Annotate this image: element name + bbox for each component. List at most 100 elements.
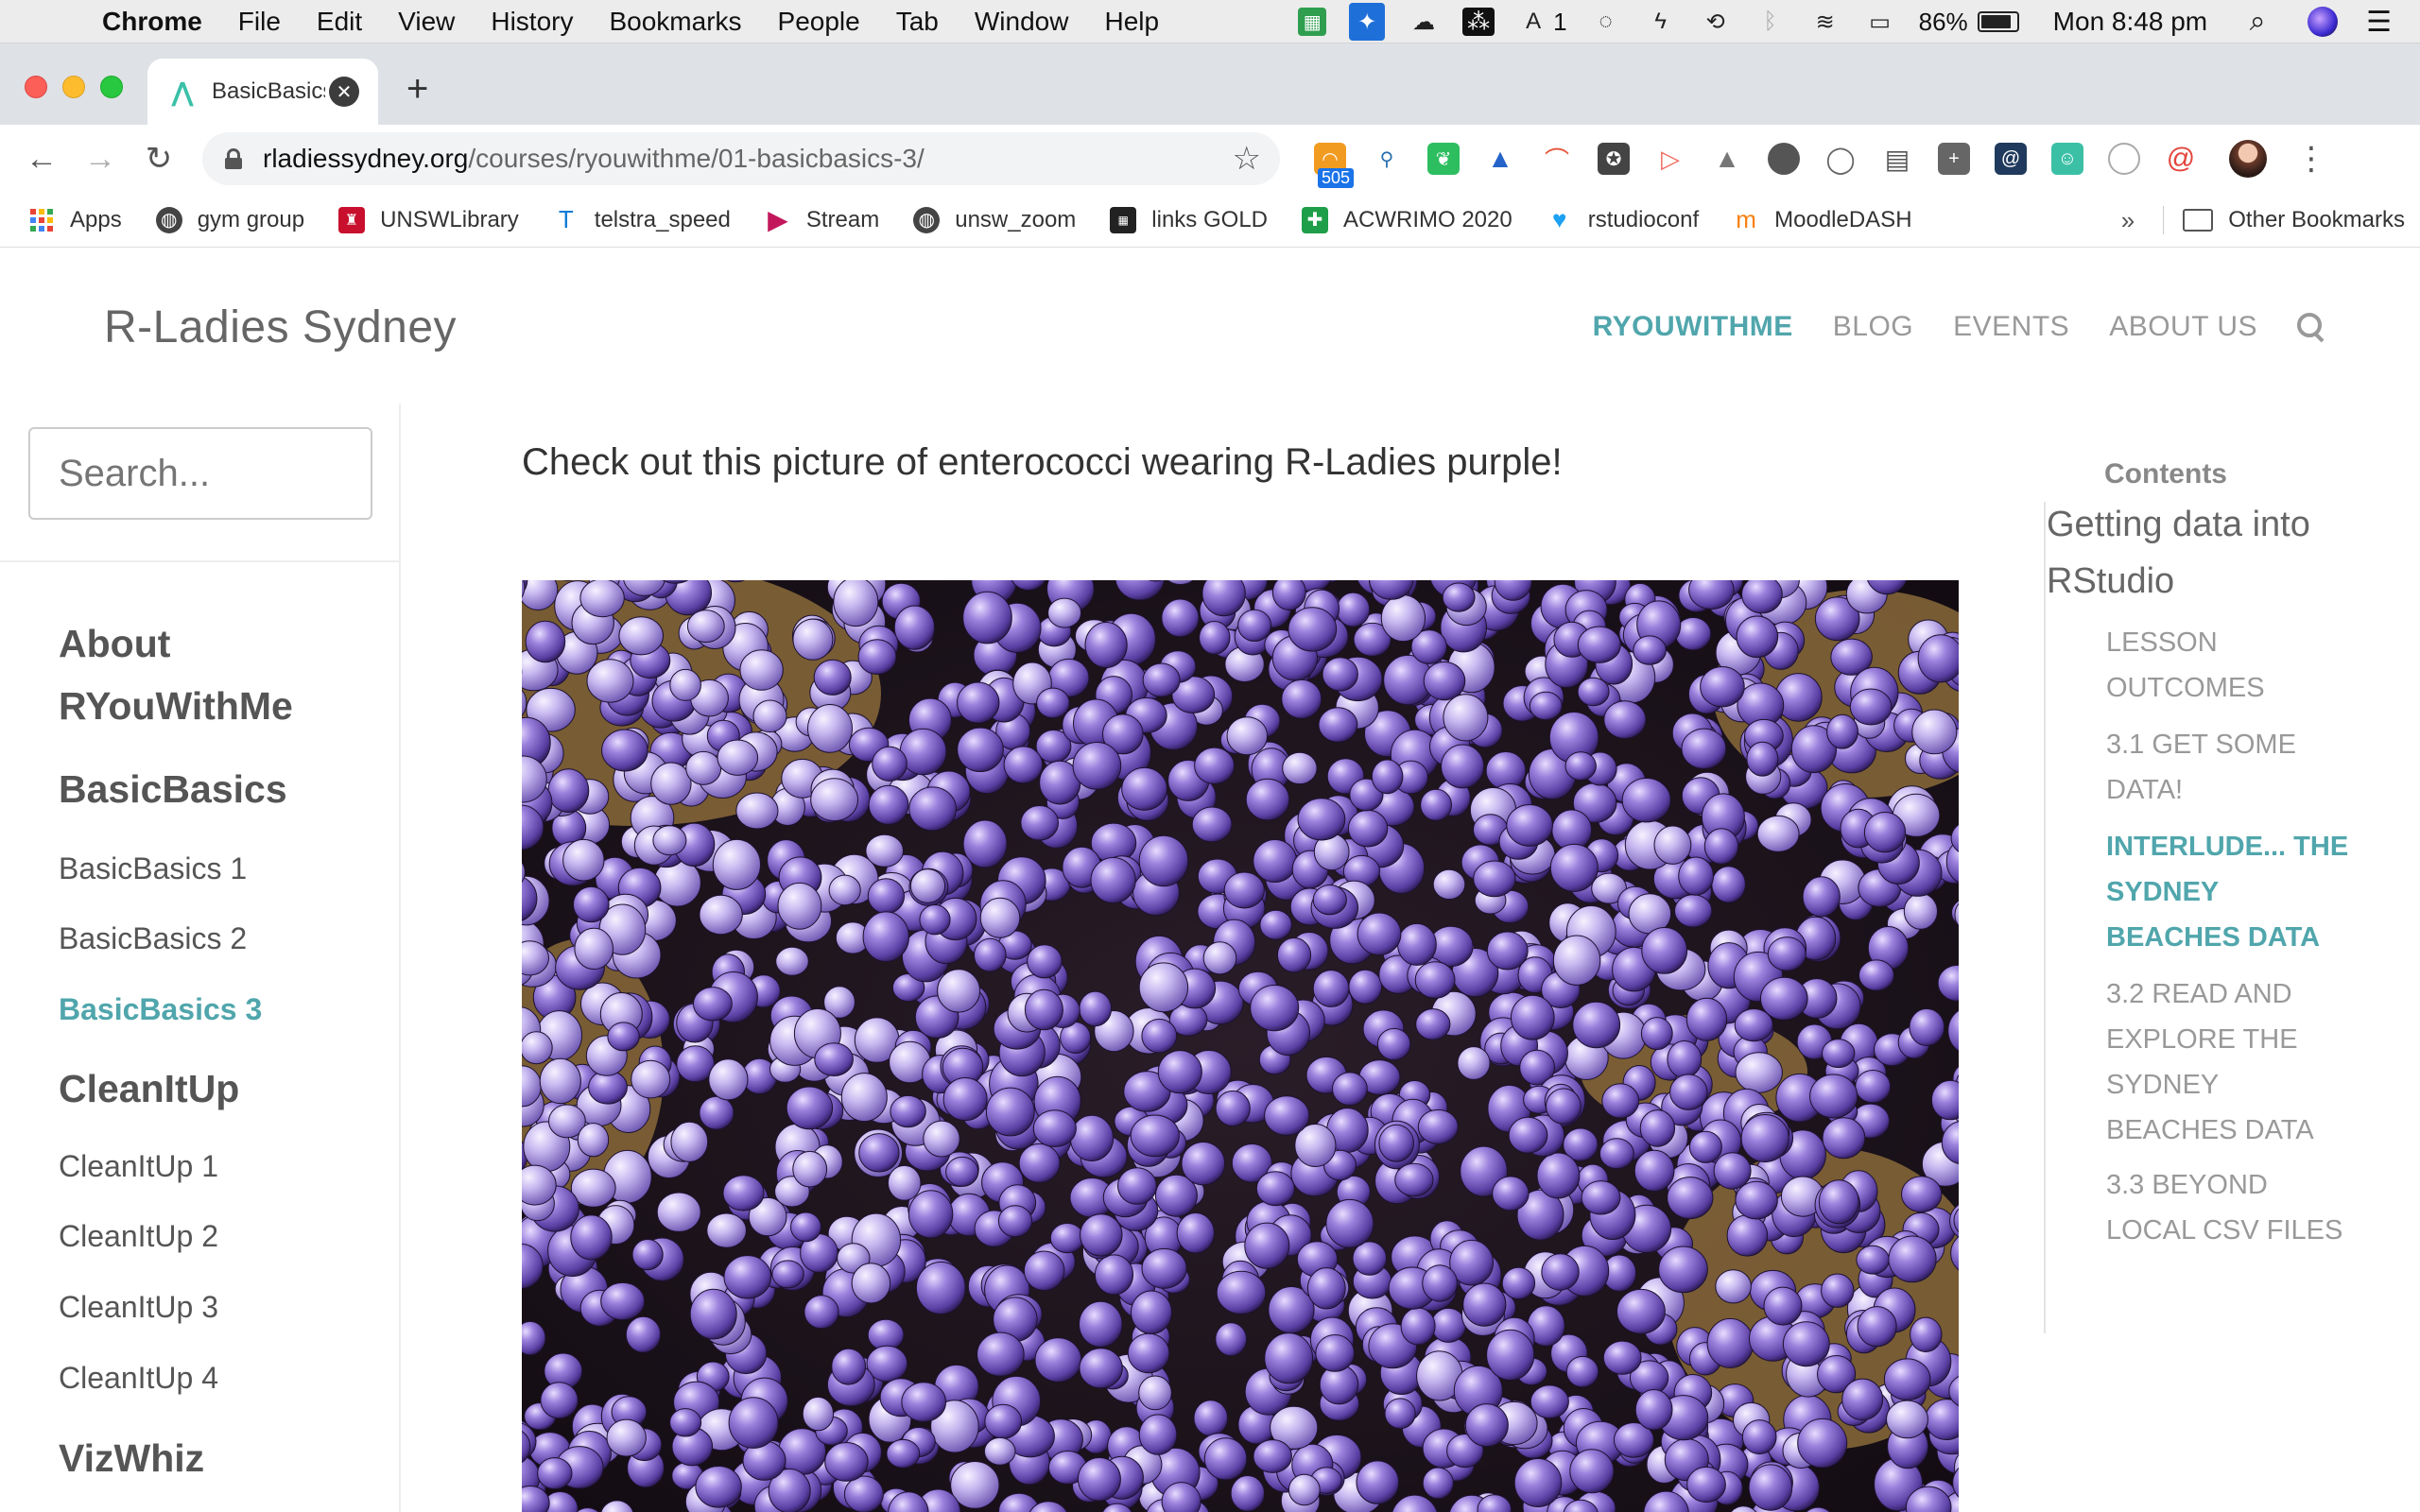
bookmark-unswlibrary[interactable]: ♜ UNSWLibrary (338, 206, 519, 233)
bookmark-telstra-speed[interactable]: T telstra_speed (553, 205, 731, 233)
menu-help[interactable]: Help (1104, 7, 1159, 37)
sync-tray-icon[interactable]: ◌ (1590, 8, 1622, 36)
micrograph-coccus (1318, 707, 1358, 743)
rainbow-extension-icon[interactable]: ⌒ (1541, 143, 1573, 175)
sidebar-link-cleanitup-1[interactable]: CleanItUp 1 (59, 1149, 218, 1184)
micrograph-coccus (858, 1133, 900, 1173)
bookmark-gym-group[interactable]: ◍ gym group (155, 206, 304, 233)
notification-center-icon[interactable]: ☰ (2366, 6, 2392, 39)
battery-percent: 86% (1918, 7, 1968, 36)
battery-icon[interactable] (1977, 11, 2019, 32)
sidebar-link-cleanitup-4[interactable]: CleanItUp 4 (59, 1361, 218, 1396)
menu-edit[interactable]: Edit (317, 7, 362, 37)
toc-item-read-explore[interactable]: 3.2 READ AND EXPLORE THE SYDNEY BEACHES … (2106, 971, 2352, 1153)
micrograph-coccus (909, 868, 946, 903)
new-tab-icon[interactable]: + (406, 70, 428, 108)
menu-app-chrome[interactable]: Chrome (102, 7, 202, 37)
toc-main-link[interactable]: Getting data into RStudio (2047, 496, 2368, 610)
fullscreen-window-icon[interactable] (100, 76, 123, 98)
address-bar[interactable]: rladiessydney.org/courses/ryouwithme/01-… (202, 132, 1280, 185)
sidebar-link-cleanitup-3[interactable]: CleanItUp 3 (59, 1290, 218, 1325)
drive-extension-icon[interactable]: ▲ (1711, 143, 1743, 175)
nav-blog[interactable]: BLOG (1833, 311, 1913, 343)
bookmark-acwrimo[interactable]: ✚ ACWRIMO 2020 (1302, 206, 1512, 233)
plus-extension-icon[interactable]: + (1938, 143, 1970, 175)
toc-item-lesson-outcomes[interactable]: LESSON OUTCOMES (2106, 620, 2352, 711)
spiral-extension-icon[interactable]: @ (2165, 143, 2197, 175)
tab-close-icon[interactable]: ✕ (329, 77, 359, 107)
lock-icon[interactable] (225, 148, 242, 169)
robot-extension-icon[interactable]: ☺ (2051, 143, 2083, 175)
sidebar-link-cleanitup-2[interactable]: CleanItUp 2 (59, 1219, 218, 1254)
toc-item-interlude[interactable]: INTERLUDE... THE SYDNEY BEACHES DATA (2106, 824, 2352, 960)
menu-people[interactable]: People (778, 7, 860, 37)
clock[interactable]: Mon 8:48 pm (2053, 7, 2207, 37)
minimize-window-icon[interactable] (62, 76, 85, 98)
sidebar-heading-basicbasics[interactable]: BasicBasics (59, 758, 361, 820)
dropbox-tray-icon[interactable]: ✦ (1349, 3, 1386, 41)
graduation-cap-icon[interactable]: ▲ (1484, 143, 1516, 175)
lightbulb-extension-icon[interactable]: ✪ (1598, 143, 1630, 175)
nav-about-us[interactable]: ABOUT US (2109, 311, 2257, 343)
rladies-favicon-icon: ⋀ (171, 77, 194, 107)
cloud-upload-icon[interactable]: ☁ (1408, 8, 1440, 36)
bookmark-rstudioconf[interactable]: ♥ rstudioconf (1547, 205, 1699, 233)
sidebar-heading-cleanitup[interactable]: CleanItUp (59, 1057, 361, 1120)
close-window-icon[interactable] (25, 76, 47, 98)
spotlight-search-icon[interactable]: ⌕ (2241, 6, 2273, 37)
sidebar-heading-vizwhiz[interactable]: VizWhiz (59, 1427, 361, 1489)
time-machine-icon[interactable]: ⟲ (1700, 8, 1732, 36)
sidebar-search-input[interactable] (28, 427, 372, 520)
adobe-tray-icon[interactable]: A (1517, 8, 1549, 36)
bluetooth-icon[interactable]: ᛒ (1754, 8, 1787, 36)
nav-ryouwithme[interactable]: RYOUWITHME (1593, 311, 1793, 343)
sidebar-link-basicbasics-1[interactable]: BasicBasics 1 (59, 851, 247, 886)
menu-window[interactable]: Window (975, 7, 1069, 37)
site-title[interactable]: R-Ladies Sydney (104, 301, 457, 353)
reload-icon[interactable]: ↻ (138, 138, 180, 180)
rss-extension-icon[interactable]: ◠ 505 (1314, 143, 1355, 188)
bookmark-unsw-zoom[interactable]: ◍ unsw_zoom (913, 206, 1076, 233)
wifi-icon[interactable]: ≋ (1809, 8, 1841, 36)
chat-extension-icon[interactable]: ◯ (1824, 143, 1857, 175)
sidebar-link-basicbasics-3[interactable]: BasicBasics 3 (59, 992, 262, 1027)
forward-arrow-icon[interactable]: → (79, 138, 121, 180)
site-search-icon[interactable] (2297, 313, 2325, 341)
micrograph-coccus (1858, 959, 1894, 991)
airplay-icon[interactable]: ▭ (1864, 8, 1896, 36)
toc-item-beyond-local-csv[interactable]: 3.3 BEYOND LOCAL CSV FILES (2106, 1162, 2352, 1253)
sidebar-heading-about[interactable]: About RYouWithMe (59, 612, 361, 737)
menu-history[interactable]: History (491, 7, 573, 37)
bookmark-links-gold[interactable]: ▦ links GOLD (1110, 206, 1268, 233)
profile-avatar[interactable] (2229, 140, 2267, 178)
micrograph-coccus (840, 1073, 888, 1123)
browser-menu-icon[interactable]: ⋮ (2295, 140, 2327, 178)
circle-extension-icon[interactable] (1768, 143, 1800, 175)
sheets-tray-icon[interactable]: ▦ (1298, 8, 1327, 36)
app-grid-tray-icon[interactable]: ⁂ (1462, 8, 1495, 36)
lightning-tray-icon[interactable]: ϟ (1645, 8, 1677, 36)
document-extension-icon[interactable]: ▤ (1881, 143, 1913, 175)
back-arrow-icon[interactable]: ← (21, 138, 62, 180)
menu-bookmarks[interactable]: Bookmarks (609, 7, 741, 37)
at-extension-icon[interactable]: @ (1995, 143, 2027, 175)
menu-view[interactable]: View (398, 7, 455, 37)
browser-toolbar: ← → ↻ rladiessydney.org/courses/ryouwith… (0, 125, 2420, 193)
menu-file[interactable]: File (238, 7, 281, 37)
evernote-extension-icon[interactable]: ❦ (1427, 143, 1460, 175)
toc-item-get-some-data[interactable]: 3.1 GET SOME DATA! (2106, 722, 2352, 813)
bookmark-star-icon[interactable]: ☆ (1233, 140, 1261, 178)
bookmarks-overflow-chevron[interactable]: » (2121, 206, 2135, 235)
cast-extension-icon[interactable]: ▷ (1654, 143, 1686, 175)
menu-tab[interactable]: Tab (896, 7, 939, 37)
bookmark-moodledash[interactable]: m MoodleDASH (1733, 205, 1911, 233)
empty-circle-extension-icon[interactable] (2108, 143, 2140, 175)
browser-tab-active[interactable]: ⋀ BasicBasics ✕ (147, 59, 378, 125)
bookmark-stream[interactable]: ▶ Stream (765, 205, 879, 234)
sidebar-link-basicbasics-2[interactable]: BasicBasics 2 (59, 921, 247, 956)
bookmark-apps[interactable]: Apps (28, 207, 122, 233)
siri-icon[interactable] (2308, 7, 2339, 37)
sniffer-extension-icon[interactable]: ⚲ (1371, 143, 1403, 175)
other-bookmarks[interactable]: Other Bookmarks (2228, 207, 2405, 233)
nav-events[interactable]: EVENTS (1953, 311, 2069, 343)
